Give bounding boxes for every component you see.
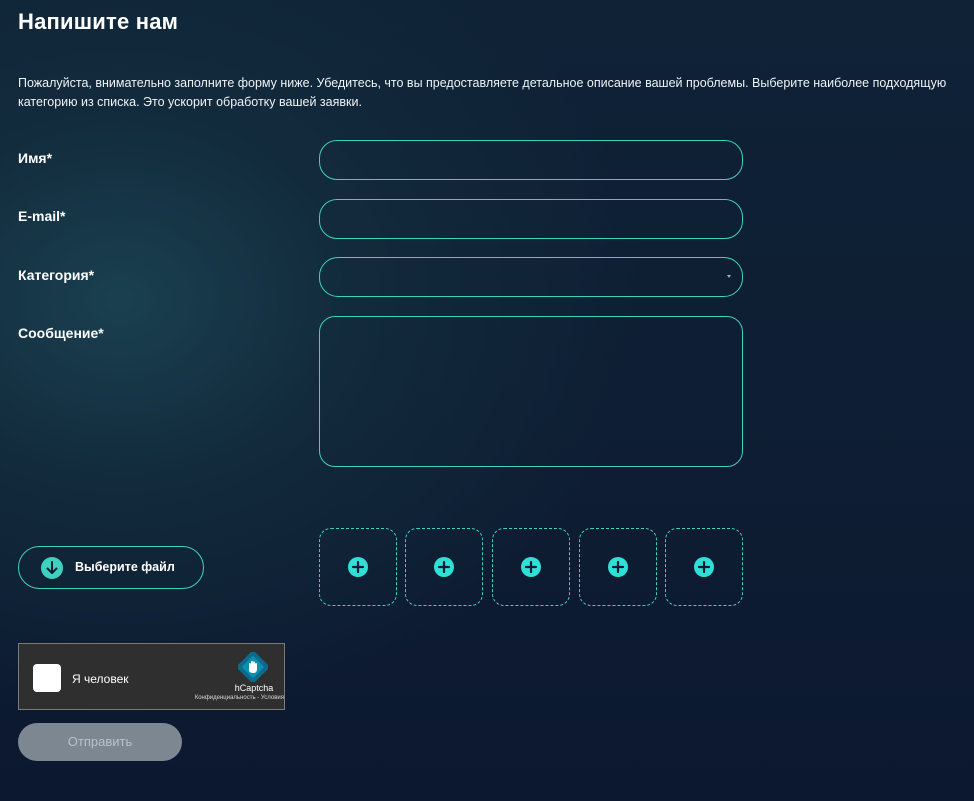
form-instructions: Пожалуйста, внимательно заполните форму … xyxy=(18,76,947,109)
category-label: Категория* xyxy=(18,267,95,283)
plus-circle-icon xyxy=(608,557,628,577)
upload-slot[interactable] xyxy=(319,528,397,606)
chevron-down-icon xyxy=(727,275,731,278)
captcha-brand: hCaptcha xyxy=(234,683,274,693)
choose-file-label: Выберите файл xyxy=(75,560,175,574)
category-select[interactable] xyxy=(319,257,743,297)
hcaptcha-logo-icon xyxy=(237,651,269,683)
plus-circle-icon xyxy=(694,557,714,577)
captcha-links[interactable]: Конфиденциальность - Условия xyxy=(169,695,284,701)
plus-circle-icon xyxy=(348,557,368,577)
message-field[interactable] xyxy=(319,316,743,467)
submit-button[interactable]: Отправить xyxy=(18,723,182,761)
captcha-checkbox[interactable] xyxy=(33,664,61,692)
message-label: Сообщение* xyxy=(18,325,104,341)
name-label: Имя* xyxy=(18,150,53,166)
upload-slot[interactable] xyxy=(579,528,657,606)
plus-circle-icon xyxy=(521,557,541,577)
captcha-label: Я человек xyxy=(72,672,129,686)
email-label: E-mail* xyxy=(18,208,66,224)
download-arrow-icon xyxy=(41,557,63,579)
upload-slot[interactable] xyxy=(405,528,483,606)
page-title: Напишите нам xyxy=(18,9,179,34)
upload-slot[interactable] xyxy=(665,528,743,606)
email-field[interactable] xyxy=(319,199,743,239)
plus-circle-icon xyxy=(434,557,454,577)
choose-file-button[interactable]: Выберите файл xyxy=(18,546,204,589)
upload-slot[interactable] xyxy=(492,528,570,606)
captcha-widget: Я человек hCaptcha Конфиденциальность - … xyxy=(18,643,285,710)
name-field[interactable] xyxy=(319,140,743,180)
